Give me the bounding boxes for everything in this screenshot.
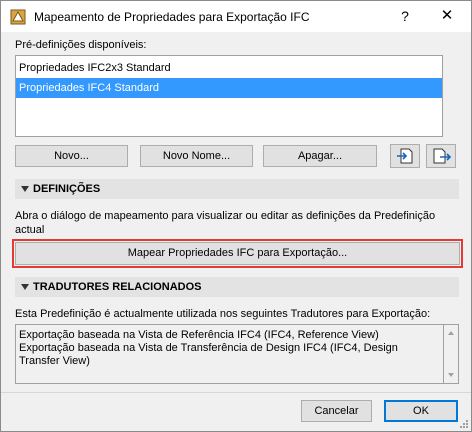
collapse-triangle-icon	[21, 186, 29, 192]
translators-header-label: TRADUTORES RELACIONADOS	[33, 281, 202, 293]
new-preset-button[interactable]: Novo...	[15, 145, 128, 167]
definitions-section-header[interactable]: DEFINIÇÕES	[15, 179, 459, 199]
footer-divider	[1, 392, 471, 393]
translators-scrollbar[interactable]	[444, 324, 459, 384]
preset-item-selected[interactable]: Propriedades IFC4 Standard	[16, 78, 442, 98]
delete-preset-button[interactable]: Apagar...	[263, 145, 377, 167]
window-title: Mapeamento de Propriedades para Exportaç…	[34, 10, 310, 24]
title-bar[interactable]: Mapeamento de Propriedades para Exportaç…	[1, 1, 471, 32]
translators-list[interactable]: Exportação baseada na Vista de Referênci…	[15, 324, 444, 384]
cancel-button[interactable]: Cancelar	[301, 400, 372, 422]
export-icon	[433, 148, 452, 164]
import-icon	[397, 148, 413, 164]
preset-item[interactable]: Propriedades IFC2x3 Standard	[16, 58, 442, 78]
definitions-description-continued: actual	[15, 224, 45, 236]
translators-section-header[interactable]: TRADUTORES RELACIONADOS	[15, 277, 459, 297]
list-item: Transfer View)	[19, 355, 90, 367]
app-icon	[10, 9, 26, 25]
presets-label: Pré-definições disponíveis:	[15, 39, 147, 51]
collapse-triangle-icon	[21, 284, 29, 290]
translators-description: Esta Predefinição é actualmente utilizad…	[15, 308, 431, 320]
dialog-window: Mapeamento de Propriedades para Exportaç…	[0, 0, 472, 432]
presets-list[interactable]: Propriedades IFC2x3 Standard Propriedade…	[15, 55, 443, 137]
import-preset-button[interactable]	[390, 144, 420, 168]
export-preset-button[interactable]	[426, 144, 456, 168]
list-item: Exportação baseada na Vista de Referênci…	[19, 329, 379, 341]
close-button[interactable]: ✕	[433, 5, 461, 27]
rename-preset-button[interactable]: Novo Nome...	[140, 145, 253, 167]
map-properties-button[interactable]: Mapear Propriedades IFC para Exportação.…	[15, 242, 460, 265]
definitions-description: Abra o diálogo de mapeamento para visual…	[15, 210, 436, 222]
scroll-down-icon[interactable]	[448, 373, 454, 377]
resize-grip-icon[interactable]	[459, 419, 469, 429]
definitions-header-label: DEFINIÇÕES	[33, 183, 101, 195]
list-item: Exportação baseada na Vista de Transferê…	[19, 342, 398, 354]
scroll-up-icon[interactable]	[448, 331, 454, 335]
ok-button[interactable]: OK	[384, 400, 458, 422]
help-button[interactable]: ?	[393, 5, 417, 27]
